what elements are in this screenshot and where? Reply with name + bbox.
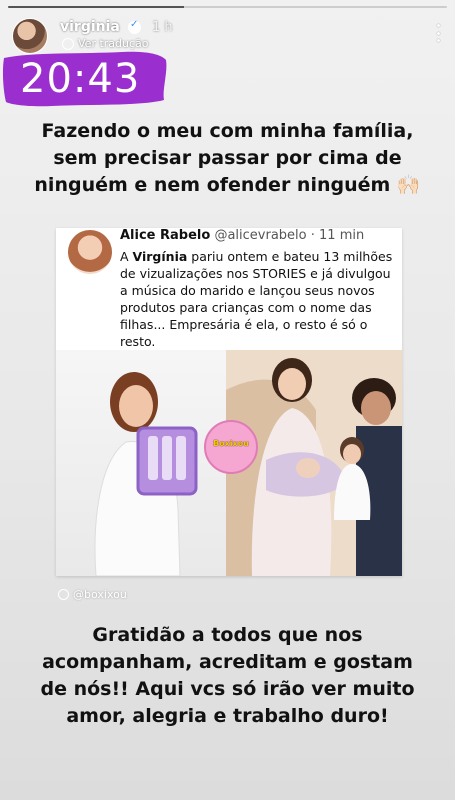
story-progress-bar	[8, 6, 447, 8]
boxixou-watermark-text: Boxixou	[213, 439, 249, 448]
globe-icon	[62, 37, 74, 50]
tweet-text-bold: Virgínia	[132, 249, 188, 264]
credit-mention[interactable]: @boxixou	[58, 588, 127, 601]
story-caption-bottom: Gratidão a todos que nos acompanham, acr…	[40, 624, 415, 727]
clock-sticker: 20:43	[2, 50, 168, 108]
story-progress-fill	[8, 6, 184, 8]
tweet-text-end: pariu ontem e bateu 13 milhões de vizual…	[120, 249, 393, 349]
avatar[interactable]	[12, 18, 48, 54]
tweet-photo: Boxixou	[56, 350, 402, 576]
more-options-icon[interactable]	[435, 24, 441, 42]
tweet-screenshot: Alice Rabelo @alicevrabelo · 11 min A Vi…	[56, 228, 402, 576]
tweet-author-handle: @alicevrabelo · 11 min	[214, 228, 365, 243]
see-translation-link[interactable]: Ver tradução	[62, 37, 149, 50]
clock-time: 20:43	[20, 56, 141, 102]
verified-badge-icon	[128, 19, 141, 34]
story-header: virginia 1 h Ver tradução	[12, 16, 443, 54]
photo-product-pose	[56, 350, 226, 576]
boxixou-watermark-logo: Boxixou	[204, 420, 258, 474]
username[interactable]: virginia	[60, 19, 120, 35]
tweet-header: Alice Rabelo @alicevrabelo · 11 min	[120, 228, 364, 243]
at-icon	[58, 589, 69, 600]
time-ago: 1 h	[152, 20, 173, 35]
credit-handle: @boxixou	[73, 588, 127, 601]
tweet-author-avatar	[68, 230, 112, 274]
see-translation-label: Ver tradução	[78, 37, 149, 50]
tweet-author-name: Alice Rabelo	[120, 228, 211, 243]
tweet-text-start: A	[120, 249, 133, 264]
story-caption-top: Fazendo o meu com minha família, sem pre…	[34, 120, 421, 196]
tweet-text: A Virgínia pariu ontem e bateu 13 milhõe…	[120, 248, 394, 350]
